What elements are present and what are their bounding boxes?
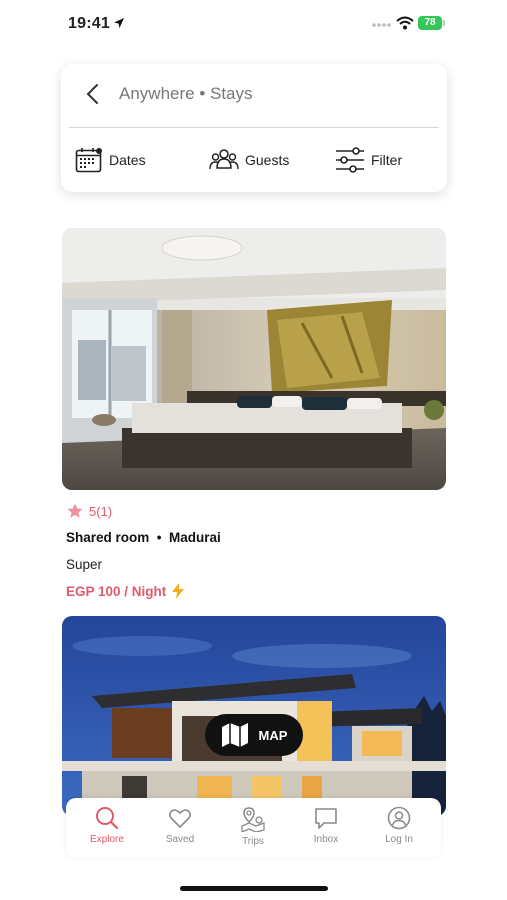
tab-explore[interactable]: Explore <box>77 806 137 845</box>
tab-inbox[interactable]: Inbox <box>296 806 356 845</box>
guests-label: Guests <box>245 152 290 168</box>
home-indicator <box>180 886 328 891</box>
calendar-icon <box>75 148 102 173</box>
search-summary[interactable]: Anywhere • Stays <box>119 84 253 104</box>
tab-login-label: Log In <box>385 834 413 845</box>
cellular-signal-icon <box>372 23 391 27</box>
bottom-tab-bar: Explore Saved Trips Inbox Log In <box>66 798 441 858</box>
battery-tip <box>443 20 445 26</box>
rating-value: 5(1) <box>89 503 113 519</box>
guests-icon <box>209 149 239 170</box>
search-card: Anywhere • Stays Dates Guests Filter <box>61 64 447 192</box>
tab-explore-label: Explore <box>90 834 124 845</box>
map-button[interactable]: MAP <box>205 714 303 756</box>
location-arrow-icon <box>114 18 124 28</box>
tab-trips[interactable]: Trips <box>223 806 283 847</box>
map-label: MAP <box>258 727 288 743</box>
wifi-icon <box>396 16 414 30</box>
tab-trips-label: Trips <box>242 836 264 847</box>
user-icon <box>387 806 411 830</box>
status-time: 19:41 <box>68 15 110 32</box>
filter-button[interactable]: Filter <box>335 146 402 174</box>
dates-label: Dates <box>109 152 146 168</box>
map-pin-icon <box>241 807 265 832</box>
price-text: EGP 100 / Night <box>66 583 167 599</box>
lightning-icon <box>172 583 185 599</box>
listing-photo-bedroom[interactable] <box>62 228 446 490</box>
search-icon <box>96 807 119 830</box>
battery-indicator: 78 <box>418 16 442 30</box>
star-icon <box>67 503 83 518</box>
listing-rating: 5(1) <box>66 502 112 520</box>
back-chevron-icon[interactable] <box>83 82 103 106</box>
tab-saved-label: Saved <box>165 834 195 845</box>
tab-inbox-label: Inbox <box>313 834 339 845</box>
listing-title[interactable]: Shared room • Madurai <box>66 530 221 545</box>
tab-saved[interactable]: Saved <box>150 806 210 845</box>
heart-icon <box>169 809 191 829</box>
dates-button[interactable]: Dates <box>75 146 146 174</box>
status-bar: 19:41 78 <box>0 0 507 50</box>
listing-subtitle: Super <box>66 557 103 572</box>
listing-price: EGP 100 / Night <box>66 583 185 599</box>
divider <box>69 127 439 128</box>
guests-button[interactable]: Guests <box>209 146 289 174</box>
tab-login[interactable]: Log In <box>369 806 429 845</box>
message-icon <box>315 808 337 829</box>
sliders-icon <box>336 147 364 173</box>
map-icon <box>221 723 248 747</box>
filter-label: Filter <box>371 152 403 168</box>
